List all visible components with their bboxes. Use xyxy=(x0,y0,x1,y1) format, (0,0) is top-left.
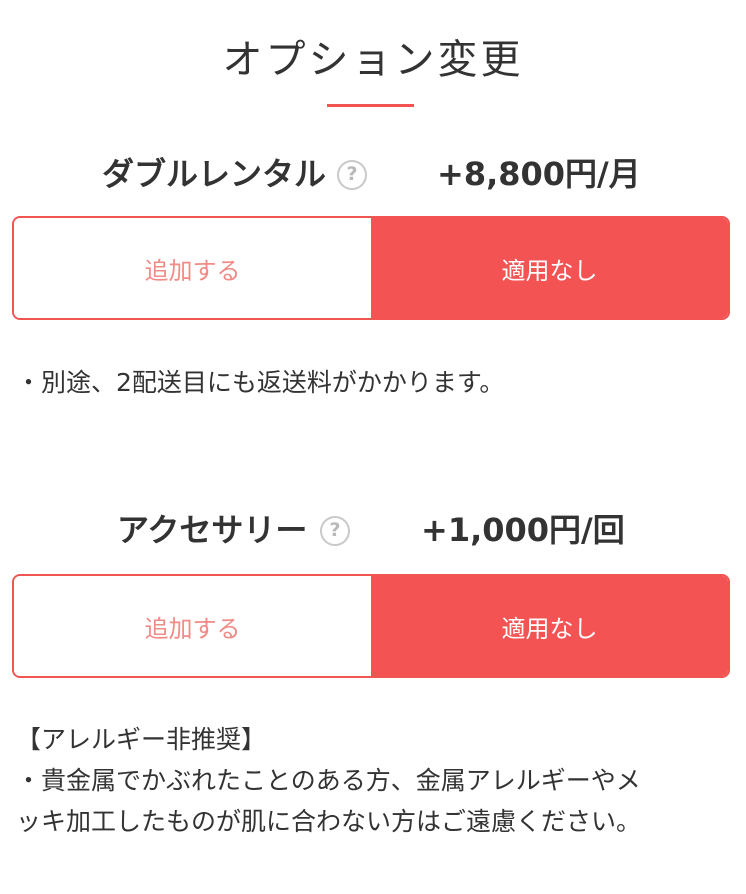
option-header: ダブルレンタル ? +8,800円/月 xyxy=(0,150,746,198)
option-note: ッキ加工したものが肌に合わない方はご遠慮ください。 xyxy=(16,807,642,836)
title-underline xyxy=(327,104,414,107)
option-toggle: 追加する 適用なし xyxy=(12,574,730,678)
option-name: アクセサリー xyxy=(117,511,308,549)
no-option-button[interactable]: 適用なし xyxy=(371,218,728,318)
option-note: ・別途、2配送目にも返送料がかかります。 xyxy=(16,368,505,397)
option-toggle: 追加する 適用なし xyxy=(12,216,730,320)
option-header: アクセサリー ? +1,000円/回 xyxy=(0,506,746,554)
allergy-warning-heading: 【アレルギー非推奨】 xyxy=(16,725,267,754)
question-circle-icon[interactable]: ? xyxy=(337,160,367,190)
question-circle-icon[interactable]: ? xyxy=(320,516,350,546)
option-price: +1,000円/回 xyxy=(421,511,625,549)
add-option-button[interactable]: 追加する xyxy=(14,218,371,318)
option-price: +8,800円/月 xyxy=(437,155,641,193)
page-title: オプション変更 xyxy=(222,37,524,83)
option-name: ダブルレンタル xyxy=(102,155,327,193)
no-option-button[interactable]: 適用なし xyxy=(371,576,728,676)
add-option-button[interactable]: 追加する xyxy=(14,576,371,676)
option-note: ・貴金属でかぶれたことのある方、金属アレルギーやメ xyxy=(16,766,641,795)
